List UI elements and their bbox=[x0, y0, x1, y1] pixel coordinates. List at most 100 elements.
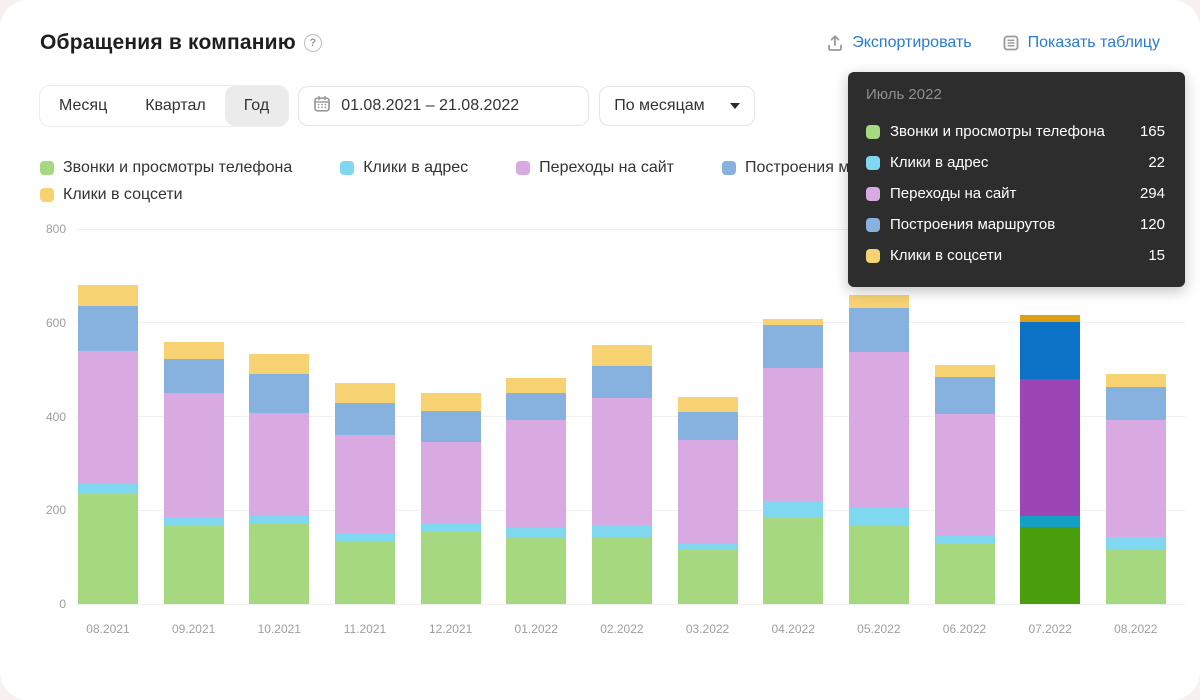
page-title: Обращения в компанию bbox=[40, 31, 296, 54]
x-axis-tick: 08.2021 bbox=[86, 622, 130, 636]
bar[interactable] bbox=[591, 229, 652, 604]
bar[interactable] bbox=[763, 229, 824, 604]
export-button[interactable]: Экспортировать bbox=[826, 34, 972, 52]
bar[interactable] bbox=[506, 229, 567, 604]
bar-segment bbox=[848, 525, 909, 604]
chart-tooltip: Июль 2022 Звонки и просмотры телефона 165… bbox=[848, 72, 1185, 287]
x-axis-tick: 12.2021 bbox=[428, 622, 473, 636]
bar-segment bbox=[591, 538, 652, 604]
tab-year[interactable]: Год bbox=[224, 86, 289, 126]
date-range-picker[interactable]: 01.08.2021 – 21.08.2022 bbox=[298, 86, 590, 126]
legend-swatch-icon bbox=[516, 161, 531, 175]
bar-segment bbox=[677, 543, 738, 551]
tooltip-swatch-icon bbox=[866, 155, 880, 170]
bar[interactable] bbox=[163, 229, 224, 604]
help-icon[interactable]: ? bbox=[303, 34, 322, 52]
tab-quarter[interactable]: Квартал bbox=[126, 86, 224, 126]
bar[interactable] bbox=[677, 229, 738, 604]
group-by-value: По месяцам bbox=[614, 97, 705, 114]
bar-segment bbox=[78, 305, 138, 351]
date-range-value: 01.08.2021 – 21.08.2022 bbox=[341, 97, 520, 114]
bar-segment bbox=[420, 393, 481, 412]
legend-swatch-icon bbox=[40, 188, 54, 202]
bar-segment bbox=[506, 393, 567, 420]
table-icon bbox=[1002, 34, 1020, 52]
bar-segment bbox=[334, 540, 395, 604]
bar[interactable] bbox=[334, 229, 395, 604]
tooltip-label: Звонки и просмотры телефона bbox=[890, 123, 1105, 140]
tooltip-swatch-icon bbox=[866, 217, 880, 232]
x-axis-labels: 08.2021 09.2021 10.2021 11.2021 12.2021 01.20… bbox=[0, 622, 1200, 640]
bar-segment bbox=[163, 393, 224, 517]
export-icon bbox=[826, 34, 844, 52]
tooltip-value: 165 bbox=[1139, 123, 1165, 140]
bar[interactable] bbox=[249, 229, 310, 604]
tooltip-value: 15 bbox=[1148, 247, 1165, 264]
x-axis-tick: 05.2022 bbox=[857, 622, 901, 636]
tooltip-swatch-icon bbox=[866, 186, 880, 201]
bar-segment bbox=[249, 373, 310, 414]
bar-segment bbox=[506, 536, 567, 604]
x-axis-tick: 06.2022 bbox=[942, 622, 987, 636]
legend-swatch-icon bbox=[340, 161, 355, 175]
bar-segment bbox=[334, 403, 395, 435]
bar-segment bbox=[249, 515, 310, 524]
group-by-select[interactable]: По месяцам bbox=[599, 86, 756, 126]
bar-segment bbox=[677, 439, 738, 544]
bar-segment bbox=[591, 344, 652, 366]
bar-segment bbox=[763, 325, 824, 369]
bar-segment bbox=[1020, 378, 1081, 517]
tooltip-value: 294 bbox=[1139, 185, 1165, 202]
x-axis-tick: 04.2022 bbox=[771, 622, 815, 636]
bar-segment bbox=[591, 397, 652, 526]
show-table-button[interactable]: Показать таблицу bbox=[1002, 34, 1160, 52]
bar-segment bbox=[848, 351, 909, 509]
bar-segment bbox=[848, 308, 909, 352]
x-axis-tick: 09.2021 bbox=[171, 622, 216, 636]
legend-label: Клики в адрес bbox=[363, 159, 469, 176]
bar[interactable] bbox=[78, 229, 138, 604]
bar-segment bbox=[1020, 322, 1081, 379]
legend-label: Переходы на сайт bbox=[539, 159, 675, 176]
bar-segment bbox=[506, 377, 567, 394]
tooltip-row: Переходы на сайт 294 bbox=[866, 178, 1165, 209]
tooltip-row: Клики в соцсети 15 bbox=[866, 240, 1165, 271]
bar-segment bbox=[334, 434, 395, 534]
tooltip-row: Построения маршрутов 120 bbox=[866, 209, 1165, 240]
period-segmented-control: Месяц Квартал Год bbox=[40, 86, 289, 126]
bar-segment bbox=[1020, 315, 1081, 323]
bar-segment bbox=[78, 493, 138, 604]
bar-segment bbox=[1020, 516, 1081, 527]
legend-item[interactable]: Клики в адрес bbox=[340, 158, 468, 178]
legend-item[interactable]: Клики в соцсети bbox=[40, 185, 183, 205]
x-axis-tick: 10.2021 bbox=[257, 622, 301, 636]
x-axis-tick: 07.2022 bbox=[1028, 622, 1072, 636]
x-axis-tick: 03.2022 bbox=[685, 622, 730, 636]
y-axis-tick: 400 bbox=[45, 409, 66, 424]
bar-segment bbox=[848, 508, 909, 526]
bar-segment bbox=[591, 525, 652, 539]
tooltip-row: Звонки и просмотры телефона 165 bbox=[866, 116, 1165, 147]
tooltip-title: Июль 2022 bbox=[866, 86, 942, 103]
y-axis-tick: 600 bbox=[45, 315, 66, 330]
legend-item[interactable]: Переходы на сайт bbox=[516, 158, 674, 178]
bar[interactable] bbox=[420, 229, 481, 604]
legend-swatch-icon bbox=[40, 161, 54, 175]
bar-segment bbox=[420, 411, 481, 442]
y-axis-tick: 800 bbox=[45, 222, 66, 236]
tooltip-value: 120 bbox=[1139, 216, 1165, 233]
bar-segment bbox=[249, 523, 310, 604]
legend-swatch-icon bbox=[722, 161, 737, 175]
bar-segment bbox=[677, 550, 738, 604]
chevron-down-icon bbox=[730, 103, 741, 109]
x-axis-tick: 11.2021 bbox=[343, 622, 387, 636]
controls-bar: Месяц Квартал Год 01.08.2021 – 21.08.202… bbox=[40, 86, 756, 126]
legend-item[interactable]: Звонки и просмотры телефона bbox=[40, 158, 292, 178]
bar-segment bbox=[763, 500, 824, 518]
bar-segment bbox=[334, 382, 395, 404]
bar-segment bbox=[934, 377, 995, 414]
bar-segment bbox=[763, 368, 824, 501]
tab-month[interactable]: Месяц bbox=[40, 86, 126, 126]
bar-segment bbox=[420, 532, 481, 604]
tooltip-label: Клики в адрес bbox=[890, 154, 989, 171]
